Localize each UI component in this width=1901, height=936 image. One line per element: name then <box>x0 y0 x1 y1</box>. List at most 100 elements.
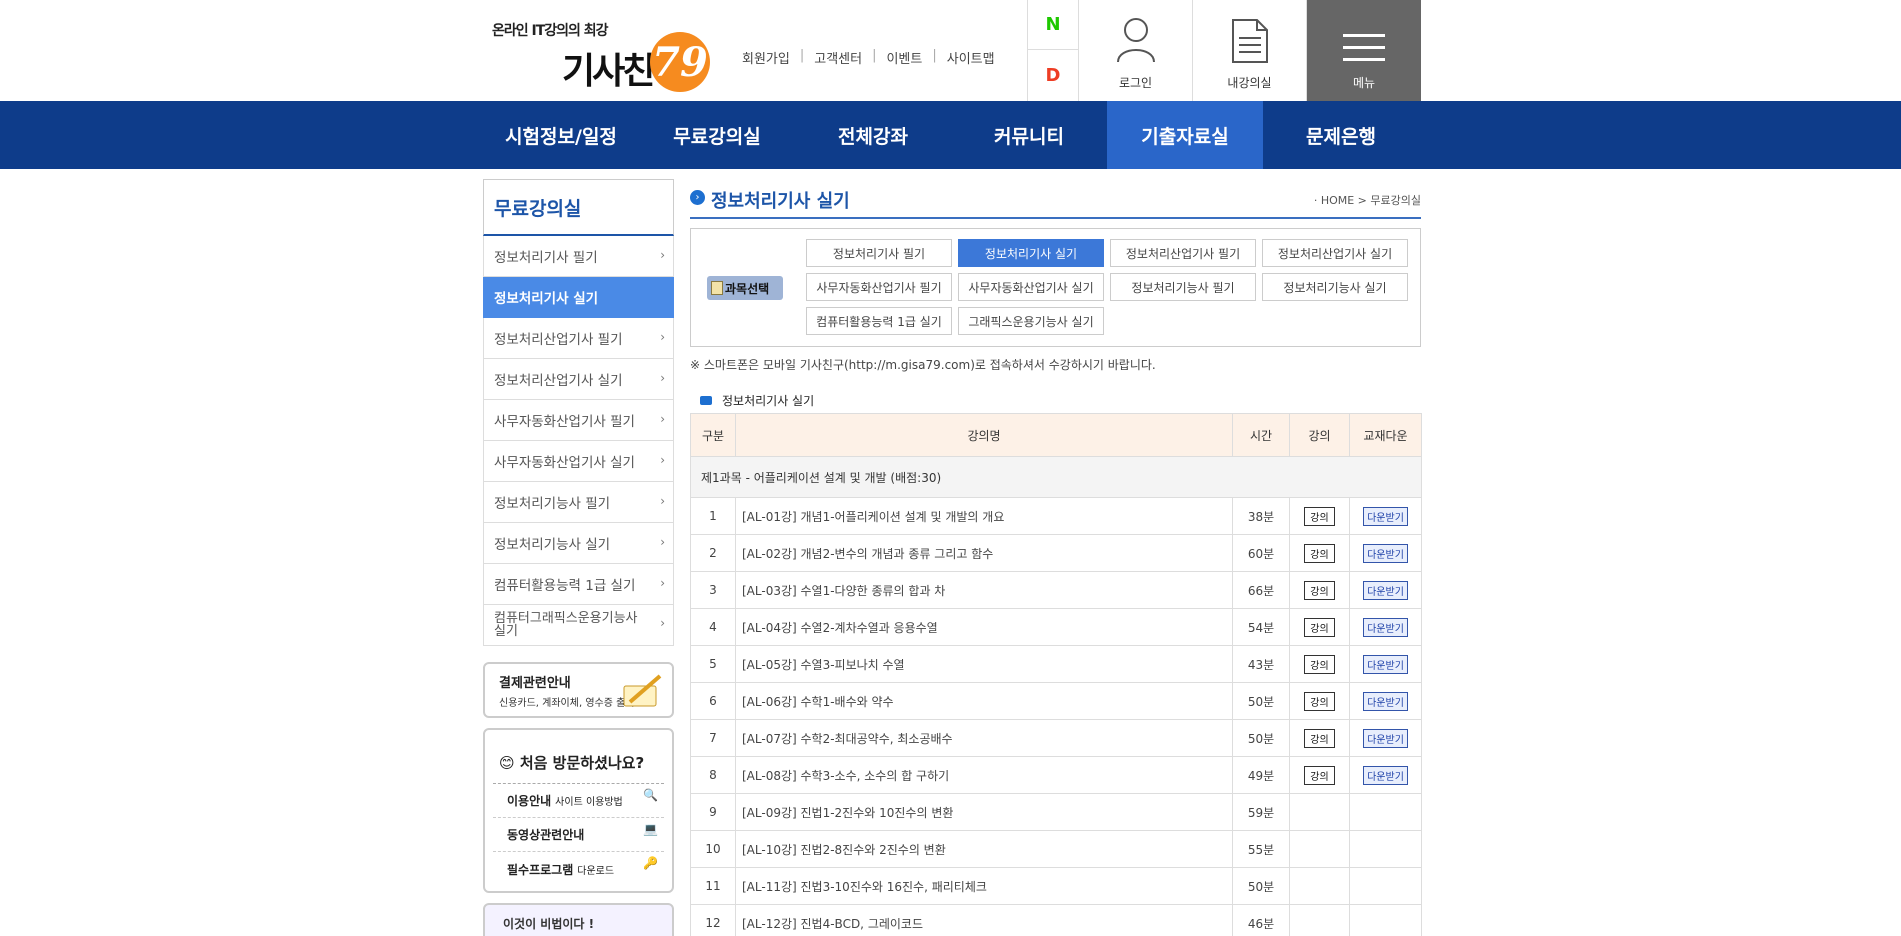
download-button[interactable]: 다운받기 <box>1363 543 1408 563</box>
side-nav-item[interactable]: 정보처리산업기사 필기 › <box>483 318 674 359</box>
lecture-button[interactable]: 강의 <box>1304 691 1335 711</box>
row-no: 3 <box>690 571 736 609</box>
row-lecture-cell: 강의 <box>1289 608 1350 646</box>
download-button[interactable]: 다운받기 <box>1363 617 1408 637</box>
user-icon <box>1116 18 1155 63</box>
program-download-link[interactable]: 필수프로그램 다운로드 🔑 <box>493 852 664 886</box>
row-title[interactable]: [AL-11강] 진법3-10진수와 16진수, 패리티체크 <box>735 867 1233 905</box>
nav-exam-info[interactable]: 시험정보/일정 <box>483 101 639 169</box>
row-title[interactable]: [AL-01강] 개념1-어플리케이션 설계 및 개발의 개요 <box>735 497 1233 535</box>
lecture-button[interactable]: 강의 <box>1304 728 1335 748</box>
side-nav-label: 정보처리기사 실기 <box>494 291 599 307</box>
row-lecture-cell: 강의 <box>1289 756 1350 794</box>
row-time: 50분 <box>1232 682 1290 720</box>
subject-button[interactable]: 정보처리산업기사 실기 <box>1262 239 1408 267</box>
lecture-button[interactable]: 강의 <box>1304 580 1335 600</box>
row-title[interactable]: [AL-02강] 개념2-변수의 개념과 종류 그리고 함수 <box>735 534 1233 572</box>
payment-info-banner[interactable]: 결제관련안내 신용카드, 계좌이체, 영수증 출력 <box>483 662 674 718</box>
row-title[interactable]: [AL-07강] 수학2-최대공약수, 최소공배수 <box>735 719 1233 757</box>
subject-button[interactable]: 컴퓨터활용능력 1급 실기 <box>806 307 952 335</box>
row-title[interactable]: [AL-10강] 진법2-8진수와 2진수의 변환 <box>735 830 1233 868</box>
row-download-cell: 다운받기 <box>1349 682 1422 720</box>
secret-banner[interactable]: 이것이 비법이다 ! <box>483 903 674 936</box>
subject-button[interactable]: 정보처리기능사 실기 <box>1262 273 1408 301</box>
lecture-button[interactable]: 강의 <box>1304 654 1335 674</box>
table-row: 12 [AL-12강] 진법4-BCD, 그레이코드 46분 <box>690 904 1422 936</box>
row-download-cell <box>1349 904 1422 936</box>
nav-question-bank[interactable]: 문제은행 <box>1263 101 1419 169</box>
download-button[interactable]: 다운받기 <box>1363 728 1408 748</box>
subject-button[interactable]: 정보처리기사 필기 <box>806 239 952 267</box>
subject-button[interactable]: 사무자동화산업기사 필기 <box>806 273 952 301</box>
lecture-button[interactable]: 강의 <box>1304 543 1335 563</box>
subject-button-selected[interactable]: 정보처리기사 실기 <box>958 239 1104 267</box>
side-nav-item[interactable]: 정보처리기능사 실기 › <box>483 523 674 564</box>
menu-button[interactable]: 메뉴 <box>1307 0 1421 101</box>
download-button[interactable]: 다운받기 <box>1363 765 1408 785</box>
row-title[interactable]: [AL-06강] 수학1-배수와 약수 <box>735 682 1233 720</box>
lecture-button[interactable]: 강의 <box>1304 765 1335 785</box>
side-nav-item[interactable]: 컴퓨터그래픽스운용기능사 실기 › <box>483 605 674 646</box>
row-title[interactable]: [AL-03강] 수열1-다양한 종류의 합과 차 <box>735 571 1233 609</box>
support-link[interactable]: 고객센터 <box>804 48 872 67</box>
side-nav-item[interactable]: 사무자동화산업기사 필기 › <box>483 400 674 441</box>
list-title-text: 정보처리기사 실기 <box>722 393 815 408</box>
download-button[interactable]: 다운받기 <box>1363 506 1408 526</box>
lecture-button[interactable]: 강의 <box>1304 506 1335 526</box>
nav-past-exams[interactable]: 기출자료실 <box>1107 101 1263 169</box>
table-row: 6 [AL-06강] 수학1-배수와 약수 50분 강의 다운받기 <box>690 682 1422 720</box>
download-button[interactable]: 다운받기 <box>1363 654 1408 674</box>
col-title: 강의명 <box>735 413 1233 457</box>
row-time: 50분 <box>1232 867 1290 905</box>
row-download-cell: 다운받기 <box>1349 534 1422 572</box>
row-time: 55분 <box>1232 830 1290 868</box>
side-nav-title: 무료강의실 <box>483 179 674 236</box>
download-button[interactable]: 다운받기 <box>1363 580 1408 600</box>
row-no: 4 <box>690 608 736 646</box>
hamburger-icon <box>1343 34 1385 61</box>
subject-button[interactable]: 그래픽스운용기능사 실기 <box>958 307 1104 335</box>
chevron-right-icon: › <box>660 371 665 385</box>
row-download-cell: 다운받기 <box>1349 608 1422 646</box>
daum-icon[interactable]: D <box>1028 50 1078 100</box>
row-title[interactable]: [AL-12강] 진법4-BCD, 그레이코드 <box>735 904 1233 936</box>
side-nav-item[interactable]: 정보처리기능사 필기 › <box>483 482 674 523</box>
side-nav-item[interactable]: 정보처리기사 필기 › <box>483 236 674 277</box>
main-content: › 정보처리기사 실기 · HOME > 무료강의실 과목선택 정보처리기사 필… <box>690 179 1422 936</box>
col-no: 구분 <box>690 413 736 457</box>
nav-all-courses[interactable]: 전체강좌 <box>795 101 951 169</box>
side-nav-item[interactable]: 정보처리산업기사 실기 › <box>483 359 674 400</box>
side-nav-item[interactable]: 사무자동화산업기사 실기 › <box>483 441 674 482</box>
download-button[interactable]: 다운받기 <box>1363 691 1408 711</box>
usage-guide-link[interactable]: 이용안내 사이트 이용방법 🔍 <box>493 784 664 818</box>
side-nav-item[interactable]: 컴퓨터활용능력 1급 실기 › <box>483 564 674 605</box>
row-no: 10 <box>690 830 736 868</box>
row-title[interactable]: [AL-08강] 수학3-소수, 소수의 합 구하기 <box>735 756 1233 794</box>
logo-number: 79 <box>652 39 708 86</box>
document-icon <box>1231 19 1268 63</box>
row-title[interactable]: [AL-04강] 수열2-계차수열과 응용수열 <box>735 608 1233 646</box>
join-link[interactable]: 회원가입 <box>742 48 800 67</box>
row-no: 11 <box>690 867 736 905</box>
site-logo[interactable]: 온라인 IT강의의 최강 기사친구 79 <box>492 16 718 96</box>
my-lecture-button[interactable]: 내강의실 <box>1193 0 1307 101</box>
subject-button[interactable]: 사무자동화산업기사 실기 <box>958 273 1104 301</box>
naver-icon[interactable]: N <box>1028 0 1078 50</box>
subject-button[interactable]: 정보처리기능사 필기 <box>1110 273 1256 301</box>
side-nav-item-selected[interactable]: 정보처리기사 실기 <box>483 277 674 318</box>
row-time: 60분 <box>1232 534 1290 572</box>
row-lecture-cell <box>1289 904 1350 936</box>
sitemap-link[interactable]: 사이트맵 <box>937 48 1005 67</box>
login-button[interactable]: 로그인 <box>1079 0 1193 101</box>
video-guide-link[interactable]: 동영상관련안내 💻 <box>493 818 664 852</box>
chevron-right-icon: › <box>660 576 665 590</box>
nav-community[interactable]: 커뮤니티 <box>951 101 1107 169</box>
row-no: 2 <box>690 534 736 572</box>
nav-free-lecture[interactable]: 무료강의실 <box>639 101 795 169</box>
lecture-button[interactable]: 강의 <box>1304 617 1335 637</box>
event-link[interactable]: 이벤트 <box>876 48 932 67</box>
row-title[interactable]: [AL-09강] 진법1-2진수와 10진수의 변환 <box>735 793 1233 831</box>
table-row: 11 [AL-11강] 진법3-10진수와 16진수, 패리티체크 50분 <box>690 867 1422 905</box>
subject-button[interactable]: 정보처리산업기사 필기 <box>1110 239 1256 267</box>
row-title[interactable]: [AL-05강] 수열3-피보나치 수열 <box>735 645 1233 683</box>
